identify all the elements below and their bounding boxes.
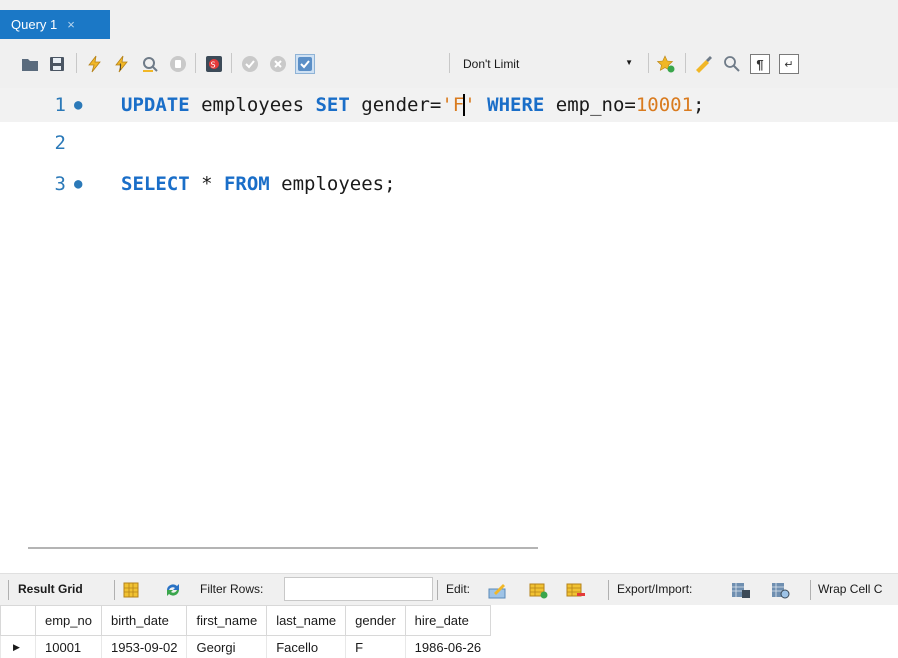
table-cell[interactable]: 1953-09-02 [100,635,187,658]
column-header[interactable]: hire_date [404,605,491,636]
code-line-1[interactable]: 1 ● UPDATE employees SET gender='F' WHER… [0,88,898,122]
code-line-3[interactable]: 3 ● SELECT * FROM employees; [0,167,898,201]
string-literal: 'F [441,93,465,116]
code-token: employees [189,93,316,116]
save-icon[interactable] [47,54,67,74]
autocommit-toggle-icon[interactable] [295,54,315,74]
code-token: gender= [349,93,442,116]
delete-row-icon[interactable] [566,580,586,600]
execute-statement-icon[interactable]: I [112,54,132,74]
column-header[interactable]: last_name [266,605,347,636]
toolbar-separator [437,580,438,600]
table-cell[interactable]: F [345,635,406,658]
row-header-corner [0,605,36,636]
export-icon[interactable] [731,580,751,600]
statement-marker-icon: ● [74,97,83,113]
column-header[interactable]: gender [345,605,406,636]
code-token: * [189,173,224,195]
code-line-2[interactable]: 2 [0,126,898,160]
table-cell[interactable]: Facello [266,635,346,658]
current-row-icon: ▶ [0,635,36,658]
column-header[interactable]: emp_no [35,605,102,636]
column-header[interactable]: birth_date [100,605,188,636]
tab-query-1[interactable]: Query 1 × [0,10,110,39]
insert-row-icon[interactable] [529,580,549,600]
header-row: emp_no birth_date first_name last_name g… [0,605,491,636]
number-literal: 10001 [635,93,694,116]
result-toolbar: Result Grid Filter Rows: Edit: Export/Im… [0,573,898,605]
line-number: 3 [54,173,66,195]
svg-text:S: S [211,61,216,70]
filter-rows-label: Filter Rows: [200,582,264,596]
beautify-icon[interactable] [694,54,714,74]
code-token: emp_no= [544,93,636,116]
add-snippet-icon[interactable] [656,54,676,74]
keyword: FROM [223,173,270,195]
line-number: 2 [54,132,66,154]
execute-all-icon[interactable] [84,54,104,74]
wrap-cell-content-label[interactable]: Wrap Cell C [818,582,882,596]
import-icon[interactable] [771,580,791,600]
tab-title: Query 1 [11,17,58,32]
toolbar-separator [231,53,232,73]
code-text[interactable]: SELECT * FROM employees; [121,173,396,195]
keyword: SELECT [121,173,190,195]
code-token: ; [693,93,705,116]
toolbar-separator [449,53,450,73]
result-table: emp_no birth_date first_name last_name g… [0,605,491,658]
tab-close-icon[interactable]: × [67,17,75,32]
toolbar-separator [8,580,9,600]
table-cell[interactable]: 10001 [35,635,102,658]
toolbar-separator [685,53,686,73]
find-replace-icon[interactable] [722,54,742,74]
column-header[interactable]: first_name [186,605,268,636]
result-grid-label[interactable]: Result Grid [18,582,83,596]
export-import-label: Export/Import: [617,582,693,596]
table-cell[interactable]: 1986-06-26 [404,635,491,658]
tab-strip: Query 1 × [0,0,898,39]
toolbar-separator [195,53,196,73]
refresh-icon[interactable] [163,580,183,600]
statement-marker-icon: ● [74,176,83,192]
limit-rows-value: Don't Limit [463,57,520,71]
rollback-icon[interactable] [268,54,288,74]
toolbar-separator [648,53,649,73]
table-cell[interactable]: Georgi [186,635,267,658]
word-wrap-icon[interactable]: ↵ [779,54,799,74]
toolbar-separator [810,580,811,600]
edit-row-icon[interactable] [488,580,508,600]
open-folder-icon[interactable] [20,54,40,74]
invisible-chars-icon[interactable]: ¶ [750,54,770,74]
keyword: SET [315,93,350,116]
line-number: 1 [54,94,66,116]
result-grid[interactable]: emp_no birth_date first_name last_name g… [0,605,626,658]
filter-rows-input[interactable] [284,577,433,601]
explain-icon[interactable] [140,54,160,74]
code-token: employees; [269,173,396,195]
panel-splitter[interactable] [28,547,538,549]
toolbar-separator [114,580,115,600]
edit-label: Edit: [446,582,471,596]
chevron-down-icon: ▼ [625,58,633,67]
toolbar-separator [608,580,609,600]
string-literal: ' [464,93,476,116]
stop-on-error-icon[interactable]: S [204,54,224,74]
sql-editor[interactable]: 1 ● UPDATE employees SET gender='F' WHER… [0,88,898,538]
code-text[interactable]: UPDATE employees SET gender='F' WHERE em… [121,94,705,117]
keyword: WHERE [487,93,545,116]
grid-view-icon[interactable] [121,580,141,600]
commit-icon[interactable] [240,54,260,74]
sql-editor-toolbar: I S Don't Limit ▼ ¶ ↵ [0,39,898,88]
toolbar-separator [76,53,77,73]
svg-text:I: I [119,63,122,73]
table-row[interactable]: ▶ 10001 1953-09-02 Georgi Facello F 1986… [0,635,491,658]
limit-rows-select[interactable]: Don't Limit ▼ [456,52,636,76]
stop-icon[interactable] [168,54,188,74]
keyword: UPDATE [121,93,190,116]
